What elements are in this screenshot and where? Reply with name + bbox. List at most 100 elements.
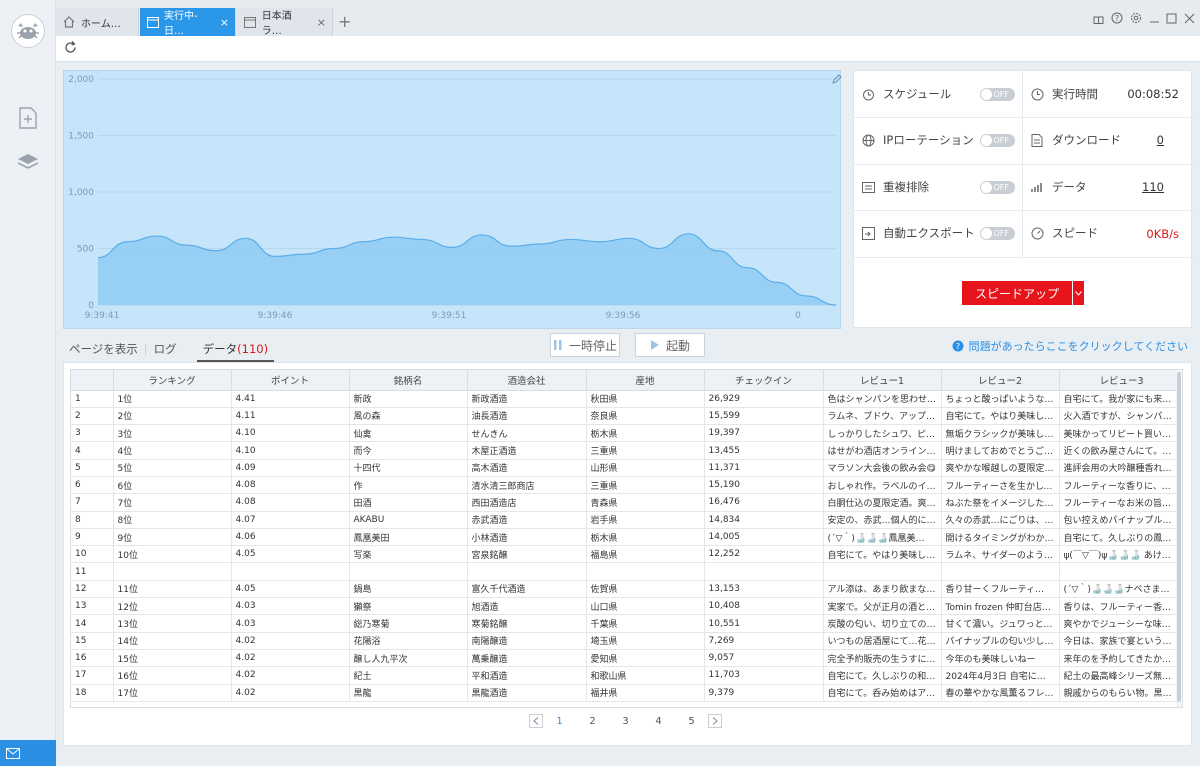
- table-header: ランキング ポイント 銘柄名 酒造会社 産地 チェックイン レビュー1 レビュー2 レビュー3: [71, 370, 1182, 391]
- table-row[interactable]: 6 6位 4.08 作清水清三郎商店 三重県 15,190 おしゃれ作。ラベルのイメ… フルー…: [71, 476, 1182, 495]
- table-cell: 17位: [113, 684, 232, 702]
- table-row[interactable]: 8 8位 4.07 AKABU 赤武酒造 岩手県 14,834 安定の、赤武…個人的には… 久々…: [71, 511, 1182, 529]
- column-header[interactable]: 酒造会社: [467, 370, 587, 391]
- speed-chart: 2,000 1,500 1,000 500 0 9:39:41 9:39:46 9:39:51…: [63, 70, 842, 329]
- table-cell: 4.08: [231, 493, 350, 512]
- table-cell: 4.08: [231, 476, 350, 495]
- table-cell: ラムネ、サイダーのような…: [941, 545, 1060, 564]
- page-number[interactable]: 3: [609, 716, 642, 727]
- column-header[interactable]: ランキング: [113, 370, 232, 391]
- table-cell: 10: [71, 545, 114, 564]
- table-cell: 自宅にて。久しぶりの和歌…: [823, 666, 942, 685]
- data-count-link[interactable]: 110: [1142, 180, 1164, 194]
- table-scrollbar[interactable]: [1176, 370, 1182, 707]
- column-header[interactable]: 産地: [586, 370, 705, 391]
- column-header[interactable]: ポイント: [231, 370, 350, 391]
- gift-icon[interactable]: [1091, 11, 1105, 25]
- mail-button[interactable]: [0, 740, 56, 766]
- table-cell: 4.09: [231, 459, 350, 477]
- page-number[interactable]: 2: [576, 716, 609, 727]
- table-row[interactable]: 17 16位 4.02 紀土 平和酒造 和歌山県 11,703 自宅にて。久しぶりの和歌… 20…: [71, 666, 1182, 685]
- table-cell: 3: [71, 424, 114, 443]
- tab-label: 実行中-日…: [164, 11, 198, 37]
- prev-page-button[interactable]: [529, 714, 543, 728]
- table-cell: 4.05: [231, 580, 350, 599]
- table-cell: 8: [71, 511, 114, 529]
- schedule-toggle[interactable]: OFF: [980, 88, 1015, 101]
- table-row[interactable]: 11: [71, 562, 1182, 581]
- table-cell: 8位: [113, 511, 232, 529]
- table-cell: マラソン大会後の飲み会😋: [823, 459, 942, 477]
- page-number[interactable]: 5: [675, 716, 708, 727]
- close-tab-icon[interactable]: ×: [214, 16, 229, 29]
- table-cell: 4.02: [231, 649, 350, 668]
- table-cell: 6位: [113, 476, 232, 495]
- table-row[interactable]: 18 17位 4.02 黒龍 黒龍酒造 福井県 9,379 自宅にて。呑み始めはアル… 春の華や…: [71, 684, 1182, 702]
- tab-sake-ranking[interactable]: 日本酒ラ… ×: [237, 8, 333, 37]
- column-header[interactable]: チェックイン: [704, 370, 824, 391]
- settings-icon[interactable]: [1129, 11, 1143, 25]
- auto-export-toggle[interactable]: OFF: [980, 227, 1015, 240]
- table-row[interactable]: 13 12位 4.03 獺祭 旭酒造 山口県 10,408 実家で。父が正月の酒とし… Tomi…: [71, 597, 1182, 616]
- table-cell: [1059, 562, 1182, 581]
- tab-log[interactable]: ログ: [148, 341, 183, 357]
- layers-icon[interactable]: [16, 150, 40, 174]
- ip-rotation-toggle[interactable]: OFF: [980, 134, 1015, 147]
- table-cell: 香りは、フルーティー香み…: [1059, 597, 1182, 616]
- next-page-button[interactable]: [708, 714, 722, 728]
- table-cell: 4.05: [231, 545, 350, 564]
- close-icon[interactable]: [1182, 11, 1196, 25]
- table-row[interactable]: 4 4位 4.10 而今 木屋正酒造 三重県 13,455 はせがわ酒店オンラインで… 明けまし…: [71, 441, 1182, 460]
- pause-button[interactable]: 一時停止: [550, 333, 620, 357]
- area-chart: 2,0001,5001,00050009:39:41 9:39:46 9:39:51…: [68, 75, 837, 321]
- table-cell: 萬乗醸造: [467, 649, 587, 668]
- dedupe-toggle[interactable]: OFF: [980, 181, 1015, 194]
- table-cell: [823, 562, 942, 581]
- tab-page-view[interactable]: ページを表示: [63, 341, 144, 357]
- column-header[interactable]: 銘柄名: [349, 370, 468, 391]
- table-row[interactable]: 9 9位 4.06 鳳凰美田 小林酒造 栃木県 14,005 (´▽｀)🍶🍶🍶鳳凰美… 開けるタ…: [71, 528, 1182, 547]
- table-row[interactable]: 14 13位 4.03 総乃寒菊 寒菊銘醸 千葉県 10,551 炭酸の匂い、切り立てのリ… 甘…: [71, 614, 1182, 633]
- table-row[interactable]: 10 10位 4.05 写楽 宮泉銘醸 福島県 12,252 自宅にて。やはり美味しい… ラムネ…: [71, 545, 1182, 564]
- tab-home[interactable]: ホーム…: [56, 8, 139, 36]
- table-cell: 9: [71, 528, 114, 547]
- new-task-icon[interactable]: [16, 106, 40, 130]
- table-cell: 花陽浴: [349, 632, 468, 650]
- tab-data[interactable]: データ(110): [196, 341, 275, 362]
- column-header[interactable]: レビュー2: [941, 370, 1060, 391]
- table-row[interactable]: 15 14位 4.02 花陽浴 南陽醸造 埼玉県 7,269 いつもの居酒屋にて…花陽… パイナ…: [71, 632, 1182, 650]
- add-tab-button[interactable]: +: [338, 12, 351, 31]
- page-number[interactable]: 4: [642, 716, 675, 727]
- download-count-link[interactable]: 0: [1157, 133, 1164, 147]
- speed-up-button[interactable]: スピードアップ: [962, 281, 1072, 305]
- table-cell: 15,190: [704, 476, 824, 495]
- table-row[interactable]: 1 1位 4.41 新政 新政酒造 秋田県 26,929 色はシャンパンを思わせる… ちょっと酸…: [71, 390, 1182, 408]
- close-tab-icon[interactable]: ×: [311, 16, 326, 29]
- column-header[interactable]: [71, 370, 114, 391]
- column-header[interactable]: レビュー3: [1059, 370, 1182, 391]
- table-cell: (´▽｀)🍶🍶🍶ナベさま…: [1059, 580, 1182, 599]
- start-button[interactable]: 起動: [635, 333, 705, 357]
- y-tick-label: 1,000: [68, 188, 94, 198]
- table-cell: 19,397: [704, 424, 824, 443]
- table-row[interactable]: 2 2位 4.11 風の森 油長酒造 奈良県 15,599 ラムネ、ブドウ、アップル… 自宅にて…: [71, 407, 1182, 426]
- minimize-icon[interactable]: [1147, 11, 1161, 25]
- tab-running[interactable]: 実行中-日… ×: [140, 8, 236, 37]
- scrollbar-thumb[interactable]: [1177, 372, 1181, 702]
- table-row[interactable]: 7 7位 4.08 田酒 西田酒造店 青森県 16,476 白胴仕込の夏限定酒。爽や… ねぶた祭…: [71, 493, 1182, 512]
- table-row[interactable]: 5 5位 4.09 十四代 高木酒造 山形県 11,371 マラソン大会後の飲み会😋 爽やかな喉…: [71, 459, 1182, 477]
- table-row[interactable]: 3 3位 4.10 仙禽 せんきん 栃木県 19,397 しっかりしたシュワ、ピチ… 無垢クラシ…: [71, 424, 1182, 443]
- table-cell: 宮泉銘醸: [467, 545, 587, 564]
- table-cell: 而今: [349, 441, 468, 460]
- table-row[interactable]: 16 15位 4.02 醸し人九平次 萬乗醸造 愛知県 9,057 完全予約販売の生うすにご……: [71, 649, 1182, 668]
- table-body: 1 1位 4.41 新政 新政酒造 秋田県 26,929 色はシャンパンを思わせる… ちょっと酸…: [71, 390, 1182, 702]
- help-icon[interactable]: ?: [1110, 11, 1124, 25]
- maximize-icon[interactable]: [1164, 11, 1178, 25]
- refresh-icon[interactable]: [64, 41, 78, 55]
- speed-up-dropdown[interactable]: [1073, 281, 1084, 305]
- page-number[interactable]: 1: [543, 716, 576, 727]
- table-row[interactable]: 12 11位 4.05 鍋島 富久千代酒造 佐賀県 13,153 アル添は、あまり飲まない… 香…: [71, 580, 1182, 599]
- table-cell: 4.02: [231, 684, 350, 702]
- help-link[interactable]: ? 問題があったらここをクリックしてください: [952, 338, 1188, 354]
- column-header[interactable]: レビュー1: [823, 370, 942, 391]
